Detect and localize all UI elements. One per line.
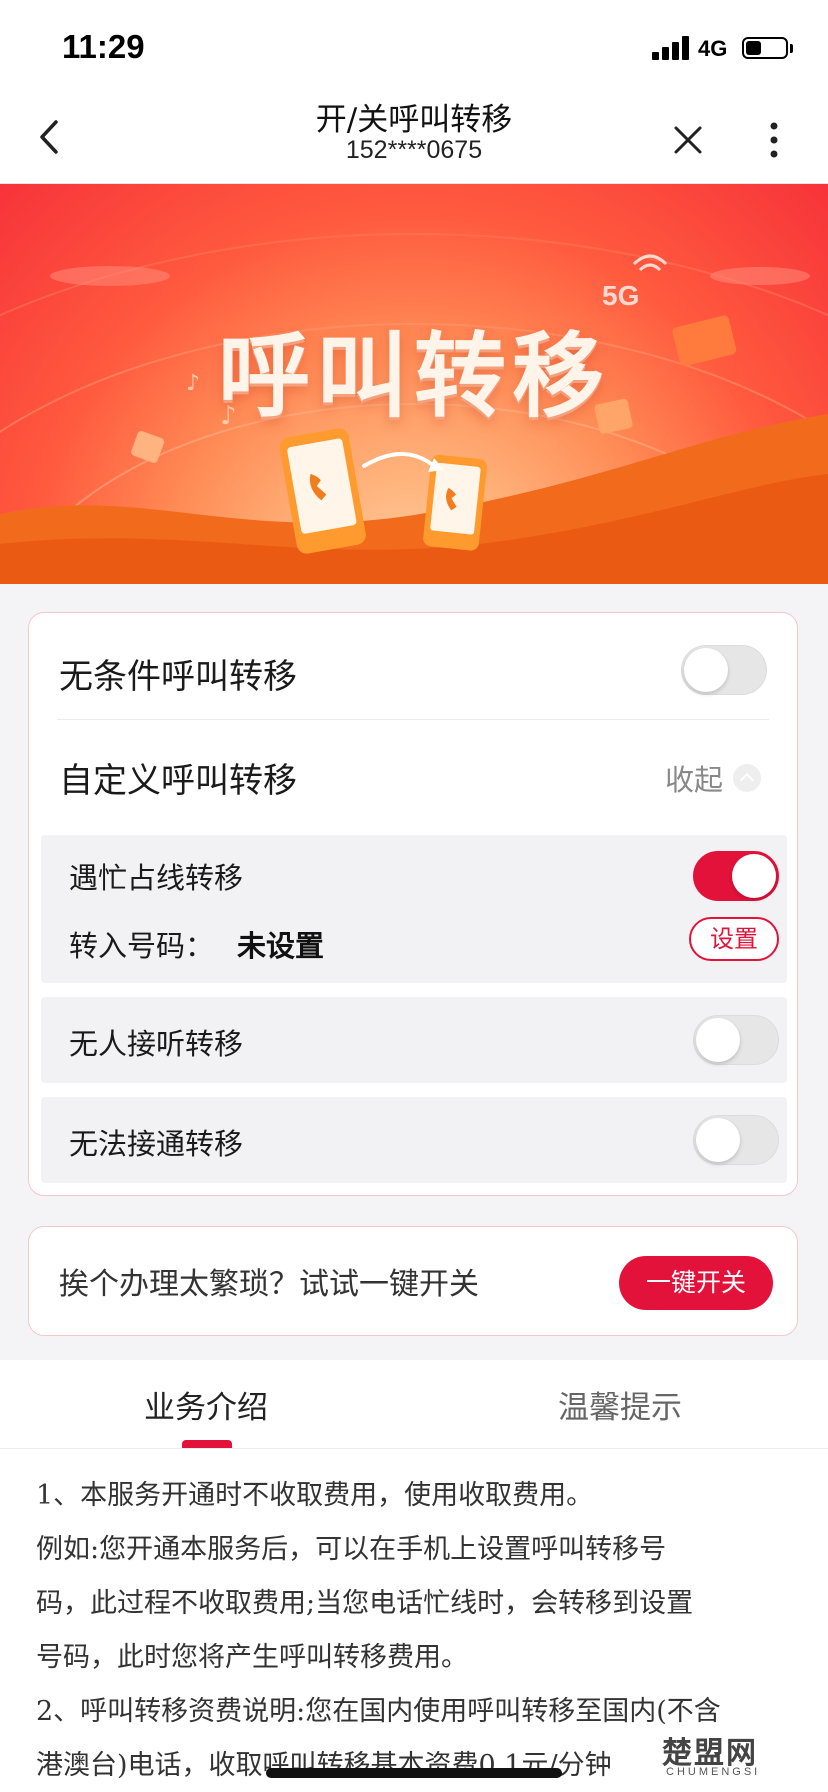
content-line: 1、本服务开通时不收取费用，使用收取费用。 [36,1480,594,1511]
nav-bar: 开/关呼叫转移 152****0675 [0,92,828,184]
content-line: 号码，此时您将产生呼叫转移费用。 [36,1642,468,1673]
quick-switch-card: 挨个办理太繁琐？试试一键开关 一键开关 [28,1226,798,1336]
content-line: 例如:您开通本服务后，可以在手机上设置呼叫转移号 [36,1534,667,1565]
content-line: 码，此过程不收取费用;当您电话忙线时，会转移到设置 [36,1588,694,1619]
forward-number-value: 未设置 [237,929,325,963]
banner-title: 呼叫转移 [217,323,610,430]
unconditional-forward-label: 无条件呼叫转移 [59,657,297,697]
chevron-up-icon [733,764,762,792]
collapse-label: 收起 [665,763,724,797]
no-answer-forward-panel: 无人接听转移 [41,997,787,1083]
tab-bar: 业务介绍 温馨提示 [0,1360,828,1448]
watermark-sub: CHUMENGSI [666,1766,761,1778]
status-bar: 11:29 4G [0,0,828,92]
toggle-knob [696,1018,740,1062]
tab-tips[interactable]: 温馨提示 [558,1382,682,1427]
unreachable-forward-panel: 无法接通转移 [41,1097,787,1183]
battery-level [746,41,761,55]
no-answer-forward-toggle[interactable] [693,1015,779,1065]
toggle-knob [732,854,776,898]
active-tab-indicator [182,1440,232,1448]
toggle-knob [696,1118,740,1162]
close-icon [674,126,702,154]
busy-forward-panel: 遇忙占线转移 转入号码： 未设置 设置 [41,835,787,983]
tab-intro[interactable]: 业务介绍 [144,1382,268,1427]
set-number-button[interactable]: 设置 [689,917,779,961]
more-button[interactable] [762,118,786,162]
signal-icon [652,36,690,60]
more-vertical-icon [770,122,778,158]
busy-forward-toggle[interactable] [693,851,779,901]
no-answer-forward-label: 无人接听转移 [69,1027,244,1061]
busy-forward-label: 遇忙占线转移 [69,861,244,895]
unreachable-forward-toggle[interactable] [693,1115,779,1165]
forwarding-card: 无条件呼叫转移 自定义呼叫转移 收起 遇忙占线转移 转入号码： 未设置 设置 无… [28,612,798,1196]
unreachable-forward-label: 无法接通转移 [69,1127,244,1161]
unconditional-forward-toggle[interactable] [681,645,767,695]
collapse-button[interactable]: 收起 [665,757,762,797]
toggle-knob [684,648,728,692]
status-time: 11:29 [62,28,145,65]
close-button[interactable] [668,120,708,160]
battery-icon [742,37,788,59]
battery-cap [790,44,793,53]
quick-switch-text: 挨个办理太繁琐？试试一键开关 [59,1267,479,1302]
custom-forward-label: 自定义呼叫转移 [59,761,297,801]
home-indicator[interactable] [266,1768,562,1778]
banner: ♪ ♪ 5G 呼叫转移 [0,184,828,584]
watermark-logo: 楚盟网 CHUMENGSI [654,1726,824,1786]
divider [57,719,769,720]
forward-number-key: 转入号码： [69,929,215,963]
one-key-switch-button[interactable]: 一键开关 [619,1256,773,1310]
network-label: 4G [698,36,728,61]
